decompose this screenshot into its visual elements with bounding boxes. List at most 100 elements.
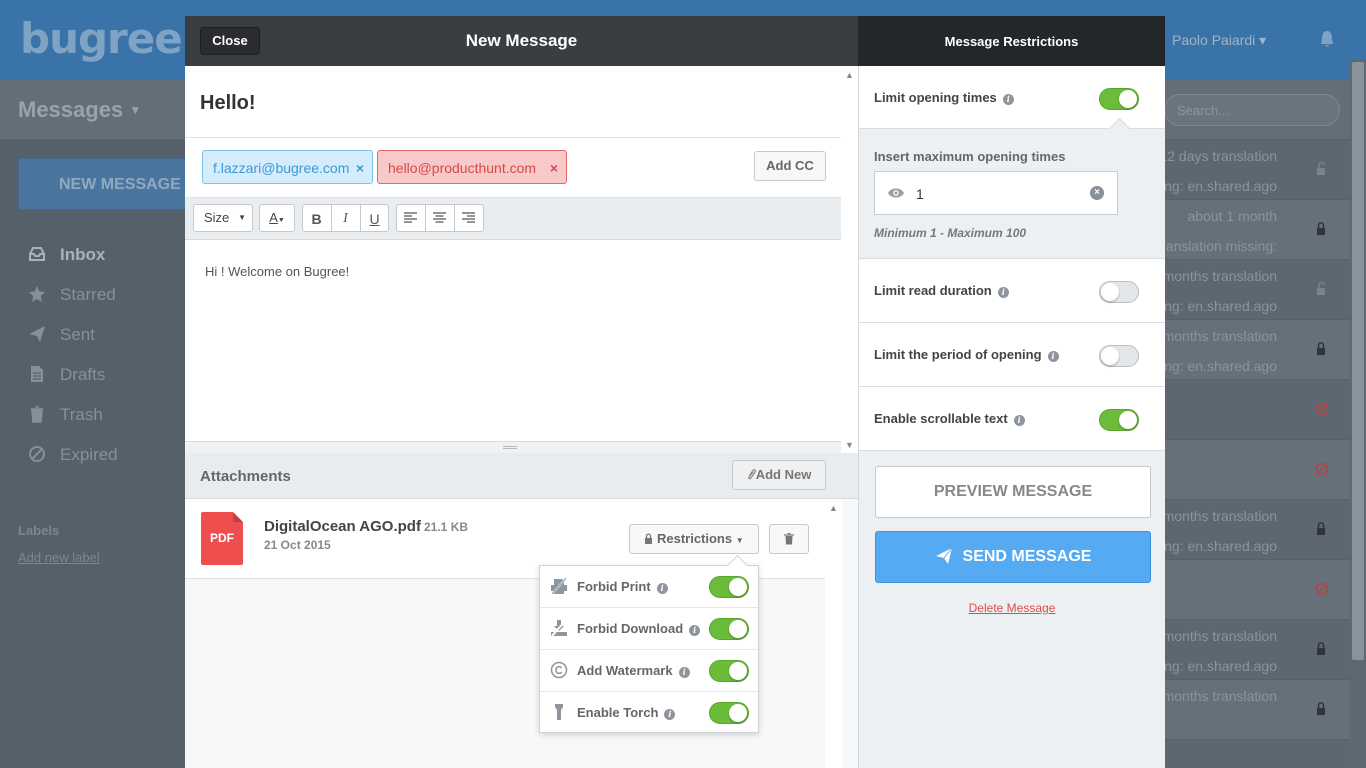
message-list: 12 days translation ing: en.shared.ago ab… <box>1159 140 1350 768</box>
underline-button[interactable]: U <box>360 211 389 227</box>
editor-toolbar: Size ▼ A▼ B I U <box>185 198 841 240</box>
restrictions-dropdown-button[interactable]: Restrictions ▼ <box>629 524 759 554</box>
preview-message-button[interactable]: PREVIEW MESSAGE <box>875 466 1151 518</box>
forbid-print-toggle[interactable] <box>709 576 749 598</box>
caret-down-icon: ▼ <box>735 536 744 545</box>
page-scrollbar[interactable] <box>1350 60 1366 768</box>
add-cc-button[interactable]: Add CC <box>754 151 826 181</box>
restrictions-panel: Limit opening times i Insert maximum open… <box>858 66 1165 768</box>
align-right-icon[interactable] <box>462 212 475 223</box>
sidebar-item-drafts[interactable]: Drafts <box>28 365 105 385</box>
bell-icon[interactable] <box>1320 30 1334 48</box>
message-body-editor[interactable]: Hi ! Welcome on Bugree! <box>185 240 841 441</box>
new-message-button[interactable]: NEW MESSAGE <box>18 158 188 210</box>
scroll-up-icon[interactable]: ▲ <box>845 70 854 80</box>
subject-field[interactable]: Hello! <box>185 66 841 138</box>
add-attachment-button[interactable]: Add New <box>732 460 826 490</box>
ban-icon <box>1315 462 1329 476</box>
composer-header: Close New Message <box>185 16 858 66</box>
sidebar-item-trash[interactable]: Trash <box>28 405 103 425</box>
list-item[interactable]: 12 days translation ing: en.shared.ago <box>1159 140 1350 200</box>
limit-read-duration-toggle[interactable] <box>1099 281 1139 303</box>
editor-scrollbar[interactable]: ▲ ▼ <box>841 66 858 453</box>
clear-icon[interactable]: × <box>1090 186 1104 200</box>
text-color-button[interactable]: A▼ <box>259 204 295 232</box>
menu-item-forbid-print[interactable]: Forbid Print i <box>540 566 758 608</box>
max-opening-input[interactable]: 1 × <box>874 171 1118 215</box>
info-icon: i <box>656 583 668 594</box>
search-input[interactable]: Search... <box>1164 94 1340 126</box>
list-item[interactable] <box>1165 440 1350 500</box>
delete-message-link[interactable]: Delete Message <box>859 601 1165 615</box>
menu-item-forbid-download[interactable]: Forbid Download i <box>540 608 758 650</box>
download-icon <box>551 619 567 637</box>
enable-torch-toggle[interactable] <box>709 702 749 724</box>
recipient-tag-invalid: hello@producthunt.com × <box>377 150 567 184</box>
menu-item-enable-torch[interactable]: Enable Torch i <box>540 692 758 734</box>
limit-opening-times-toggle[interactable] <box>1099 88 1139 110</box>
limit-period-toggle[interactable] <box>1099 345 1139 367</box>
attachments-scrollbar[interactable]: ▲ <box>825 499 842 768</box>
sidebar-item-starred[interactable]: Starred <box>28 285 116 305</box>
info-icon: i <box>997 287 1009 298</box>
lock-icon <box>1317 642 1325 655</box>
lock-icon <box>1317 342 1325 355</box>
section-title[interactable]: Messages ▼ <box>18 97 141 123</box>
delete-attachment-button[interactable] <box>769 524 809 554</box>
inbox-icon <box>29 247 45 261</box>
ban-icon <box>29 446 45 462</box>
sidebar-item-expired[interactable]: Expired <box>28 445 118 465</box>
send-message-button[interactable]: SEND MESSAGE <box>875 531 1151 583</box>
italic-button[interactable]: I <box>331 211 360 227</box>
list-item[interactable] <box>1165 560 1350 620</box>
paper-plane-icon <box>935 547 952 564</box>
forbid-download-toggle[interactable] <box>709 618 749 640</box>
ban-icon <box>1315 582 1329 596</box>
font-size-select[interactable]: Size ▼ <box>193 204 253 232</box>
align-left-icon[interactable] <box>404 212 417 223</box>
sidebar-item-sent[interactable]: Sent <box>28 325 95 345</box>
list-item[interactable]: about 1 month ranslation missing: <box>1161 200 1350 260</box>
add-watermark-toggle[interactable] <box>709 660 749 682</box>
labels-heading: Labels <box>18 523 60 538</box>
max-opening-section: Insert maximum opening times 1 × Minimum… <box>859 129 1165 259</box>
editor-resize-handle[interactable] <box>185 441 841 453</box>
align-center-icon[interactable] <box>433 212 446 223</box>
sidebar-item-inbox[interactable]: Inbox <box>28 245 105 265</box>
user-name: Paolo Paiardi <box>1172 32 1256 48</box>
limit-period-row: Limit the period of opening i <box>859 323 1165 387</box>
info-icon: i <box>678 667 690 678</box>
recipient-email: hello@producthunt.com <box>388 160 537 176</box>
user-menu[interactable]: Paolo Paiardi ▾ <box>1172 32 1266 49</box>
scroll-up-icon[interactable]: ▲ <box>829 503 838 513</box>
remove-recipient-icon[interactable]: × <box>550 160 558 176</box>
max-opening-caption: Insert maximum opening times <box>874 149 1066 164</box>
recipients-field[interactable]: f.lazzari@bugree.com × hello@producthunt… <box>185 138 841 198</box>
limit-read-duration-row: Limit read duration i <box>859 259 1165 323</box>
bold-button[interactable]: B <box>302 211 331 227</box>
list-item[interactable]: months translation ing: en.shared.ago <box>1161 620 1350 680</box>
trash-icon <box>31 406 43 423</box>
pdf-file-icon: PDF <box>201 512 243 565</box>
list-item[interactable]: months translation ing: en.shared.ago <box>1161 260 1350 320</box>
recipient-email: f.lazzari@bugree.com <box>213 160 350 176</box>
list-item[interactable]: months translation ing: en.shared.ago <box>1161 500 1350 560</box>
list-item[interactable]: months translation ing: en.shared.ago <box>1161 320 1350 380</box>
paperclip-icon <box>747 469 756 480</box>
add-label-link[interactable]: Add new label <box>18 550 100 565</box>
print-icon <box>551 577 567 595</box>
recipient-tag: f.lazzari@bugree.com × <box>202 150 373 184</box>
restrictions-header: Message Restrictions <box>858 16 1165 66</box>
copyright-icon <box>550 661 568 679</box>
remove-recipient-icon[interactable]: × <box>356 160 364 176</box>
lock-open-icon <box>1317 162 1325 175</box>
info-icon: i <box>689 625 701 636</box>
flashlight-icon <box>555 704 563 720</box>
new-message-modal: Close New Message Hello! f.lazzari@bugre… <box>185 16 1165 768</box>
list-item[interactable] <box>1165 380 1350 440</box>
file-size: 21.1 KB <box>424 520 469 534</box>
list-item[interactable]: months translation <box>1163 680 1350 740</box>
scroll-down-icon[interactable]: ▼ <box>845 440 854 450</box>
menu-item-add-watermark[interactable]: Add Watermark i <box>540 650 758 692</box>
scrollable-text-toggle[interactable] <box>1099 409 1139 431</box>
